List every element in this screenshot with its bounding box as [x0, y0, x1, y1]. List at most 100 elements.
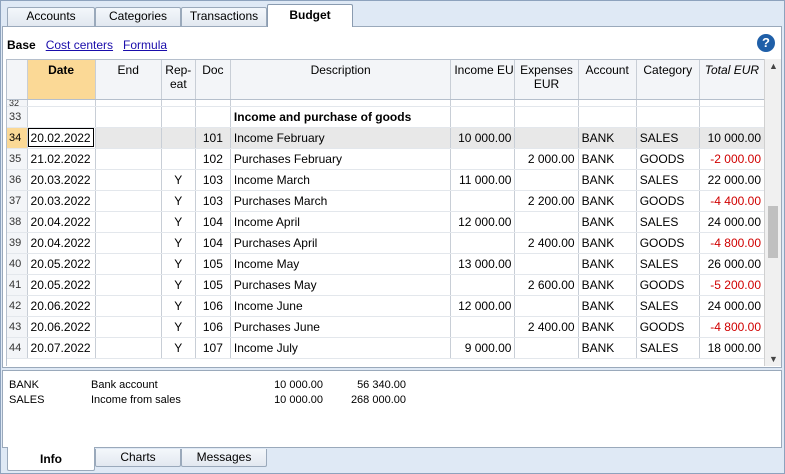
tab-accounts[interactable]: Accounts: [7, 7, 95, 26]
cell-date[interactable]: 20.06.2022: [27, 316, 96, 338]
table-row[interactable]: 34 20.02.2022 101 Income February 10 000.00 B…: [7, 127, 764, 149]
row-number[interactable]: 43: [7, 316, 28, 338]
row-number[interactable]: 36: [7, 169, 28, 191]
cell-description[interactable]: Income and purchase of goods: [230, 106, 452, 128]
cell-account[interactable]: BANK: [578, 190, 637, 212]
cell-income[interactable]: 11 000.00: [450, 169, 516, 191]
cell-end[interactable]: [95, 316, 162, 338]
cell-income[interactable]: [450, 99, 516, 107]
cell-date[interactable]: 21.02.2022: [27, 148, 96, 170]
cell-description[interactable]: Purchases June: [230, 316, 452, 338]
cell-account[interactable]: BANK: [578, 316, 637, 338]
cell-repeat[interactable]: Y: [161, 316, 196, 338]
scroll-thumb[interactable]: [768, 206, 778, 258]
cell-expenses[interactable]: 2 400.00: [514, 316, 579, 338]
cell-date[interactable]: 20.06.2022: [27, 295, 96, 317]
cell-repeat[interactable]: Y: [161, 211, 196, 233]
cell-description[interactable]: Income April: [230, 211, 452, 233]
cell-total[interactable]: 24 000.00: [699, 295, 764, 317]
cell-end[interactable]: [95, 274, 162, 296]
cell-repeat[interactable]: Y: [161, 169, 196, 191]
cell-account[interactable]: BANK: [578, 148, 637, 170]
cell-income[interactable]: [450, 274, 516, 296]
row-number[interactable]: 38: [7, 211, 28, 233]
table-row[interactable]: 44 20.07.2022 Y 107 Income July 9 000.00 BANK S…: [7, 337, 764, 359]
cell-doc[interactable]: 104: [195, 211, 231, 233]
cell-end[interactable]: [95, 148, 162, 170]
cell-income[interactable]: 12 000.00: [450, 295, 516, 317]
cell-category[interactable]: GOODS: [636, 232, 700, 254]
cell-total[interactable]: 10 000.00: [699, 127, 764, 149]
cell-description[interactable]: [230, 99, 452, 107]
cell-end[interactable]: [95, 295, 162, 317]
cell-total[interactable]: [699, 106, 764, 128]
table-row[interactable]: 41 20.05.2022 Y 105 Purchases May 2 600.00 BAN…: [7, 274, 764, 296]
subview-formula[interactable]: Formula: [123, 38, 167, 52]
cell-income[interactable]: [450, 190, 516, 212]
cell-doc[interactable]: [195, 99, 231, 107]
cell-repeat[interactable]: Y: [161, 232, 196, 254]
cell-date[interactable]: 20.02.2022: [27, 127, 96, 149]
cell-end[interactable]: [95, 127, 162, 149]
cell-total[interactable]: -4 400.00: [699, 190, 764, 212]
cell-date[interactable]: 20.07.2022: [27, 337, 96, 359]
cell-expenses[interactable]: 2 000.00: [514, 148, 579, 170]
cell-account[interactable]: BANK: [578, 274, 637, 296]
cell-account[interactable]: [578, 106, 637, 128]
row-number[interactable]: 33: [7, 106, 28, 128]
table-row[interactable]: 33 Income and purchase of goods: [7, 106, 764, 128]
cell-income[interactable]: [450, 148, 516, 170]
cell-income[interactable]: [450, 232, 516, 254]
cell-expenses[interactable]: [514, 253, 579, 275]
column-header-total[interactable]: Total EUR: [699, 60, 764, 100]
cell-category[interactable]: GOODS: [636, 148, 700, 170]
cell-description[interactable]: Income March: [230, 169, 452, 191]
subview-cost-centers[interactable]: Cost centers: [46, 38, 113, 52]
cell-description[interactable]: Income May: [230, 253, 452, 275]
cell-account[interactable]: BANK: [578, 337, 637, 359]
cell-end[interactable]: [95, 232, 162, 254]
table-row[interactable]: 43 20.06.2022 Y 106 Purchases June 2 400.00 BA…: [7, 316, 764, 338]
column-header-account[interactable]: Account: [578, 60, 637, 100]
cell-date[interactable]: 20.04.2022: [27, 232, 96, 254]
row-number[interactable]: 42: [7, 295, 28, 317]
table-row[interactable]: 37 20.03.2022 Y 103 Purchases March 2 200.00 B…: [7, 190, 764, 212]
cell-expenses[interactable]: 2 600.00: [514, 274, 579, 296]
cell-description[interactable]: Purchases April: [230, 232, 452, 254]
cell-repeat[interactable]: [161, 99, 196, 107]
cell-category[interactable]: SALES: [636, 337, 700, 359]
cell-income[interactable]: 9 000.00: [450, 337, 516, 359]
cell-income[interactable]: 13 000.00: [450, 253, 516, 275]
help-icon[interactable]: ?: [757, 34, 775, 52]
cell-doc[interactable]: 105: [195, 274, 231, 296]
column-header-repeat[interactable]: Rep- eat: [161, 60, 196, 100]
vertical-scrollbar[interactable]: ▲ ▼: [764, 59, 781, 366]
cell-expenses[interactable]: [514, 211, 579, 233]
cell-description[interactable]: Income July: [230, 337, 452, 359]
cell-description[interactable]: Income June: [230, 295, 452, 317]
table-row[interactable]: 32: [7, 99, 764, 107]
cell-total[interactable]: 22 000.00: [699, 169, 764, 191]
cell-repeat[interactable]: Y: [161, 274, 196, 296]
column-header-income[interactable]: Income EUR: [450, 60, 516, 100]
cell-total[interactable]: -4 800.00: [699, 232, 764, 254]
row-number[interactable]: 34: [7, 127, 28, 149]
cell-doc[interactable]: 101: [195, 127, 231, 149]
cell-expenses[interactable]: [514, 99, 579, 107]
cell-category[interactable]: [636, 99, 700, 107]
row-number[interactable]: 44: [7, 337, 28, 359]
cell-end[interactable]: [95, 190, 162, 212]
column-header-description[interactable]: Description: [230, 60, 452, 100]
tab-messages[interactable]: Messages: [181, 449, 267, 467]
cell-end[interactable]: [95, 99, 162, 107]
cell-doc[interactable]: 102: [195, 148, 231, 170]
cell-total[interactable]: -5 200.00: [699, 274, 764, 296]
cell-expenses[interactable]: [514, 337, 579, 359]
subview-base[interactable]: Base: [7, 38, 36, 52]
cell-account[interactable]: BANK: [578, 169, 637, 191]
cell-income[interactable]: [450, 316, 516, 338]
cell-total[interactable]: -2 000.00: [699, 148, 764, 170]
cell-description[interactable]: Purchases May: [230, 274, 452, 296]
row-number[interactable]: 32: [7, 99, 28, 107]
cell-end[interactable]: [95, 211, 162, 233]
